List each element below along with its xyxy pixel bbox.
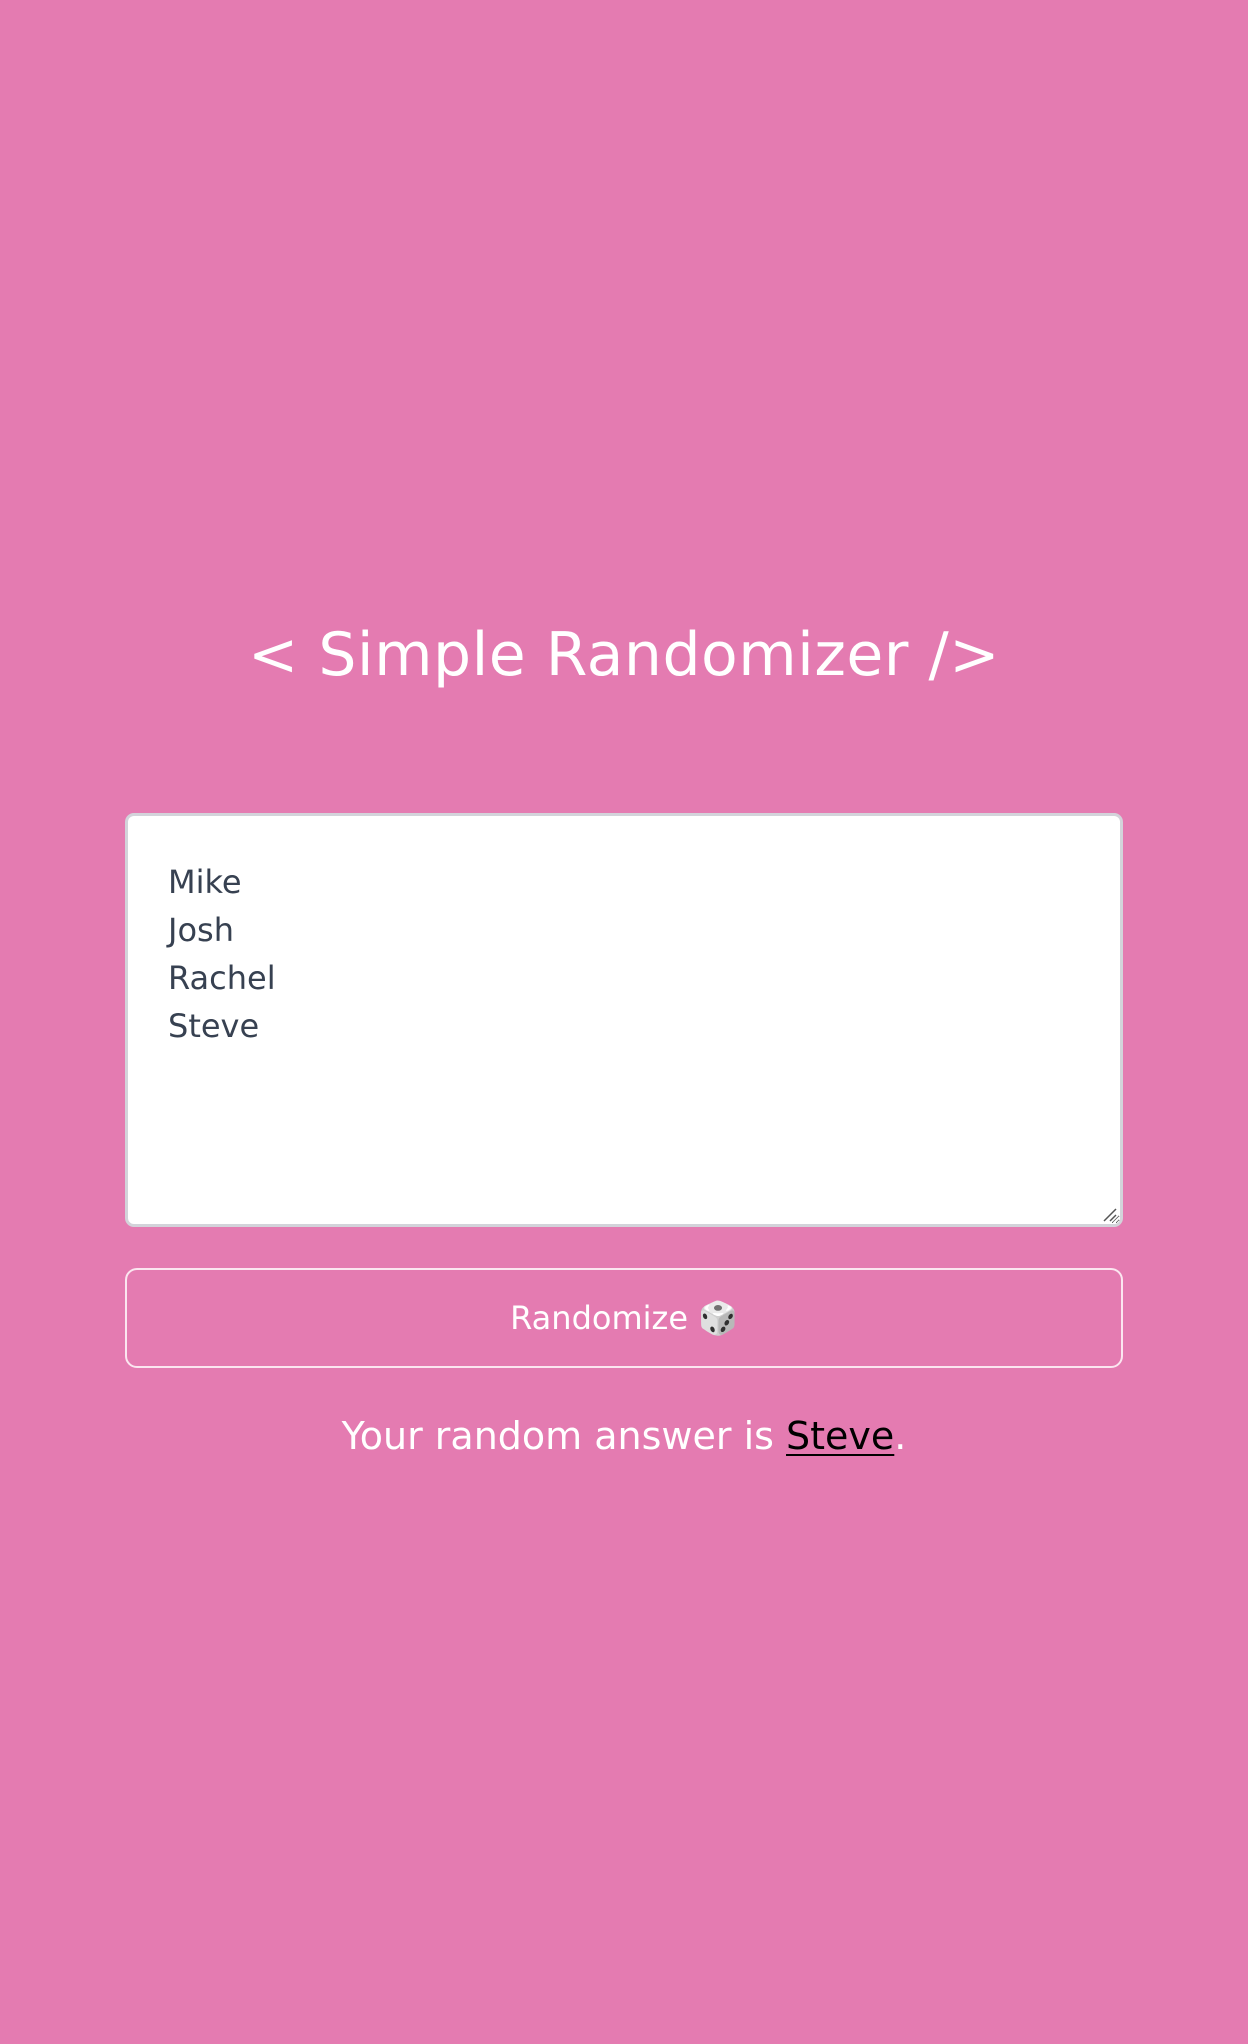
result-suffix: . xyxy=(894,1414,907,1458)
result-answer: Steve xyxy=(786,1414,895,1458)
dice-icon: 🎲 xyxy=(698,1299,738,1337)
result-prefix: Your random answer is xyxy=(341,1414,787,1458)
page-title: < Simple Randomizer /> xyxy=(247,620,1000,690)
names-textarea[interactable] xyxy=(125,813,1123,1227)
randomize-button-label: Randomize xyxy=(510,1299,688,1337)
result-text: Your random answer is Steve. xyxy=(125,1408,1123,1464)
randomize-button[interactable]: Randomize 🎲 xyxy=(125,1268,1123,1368)
